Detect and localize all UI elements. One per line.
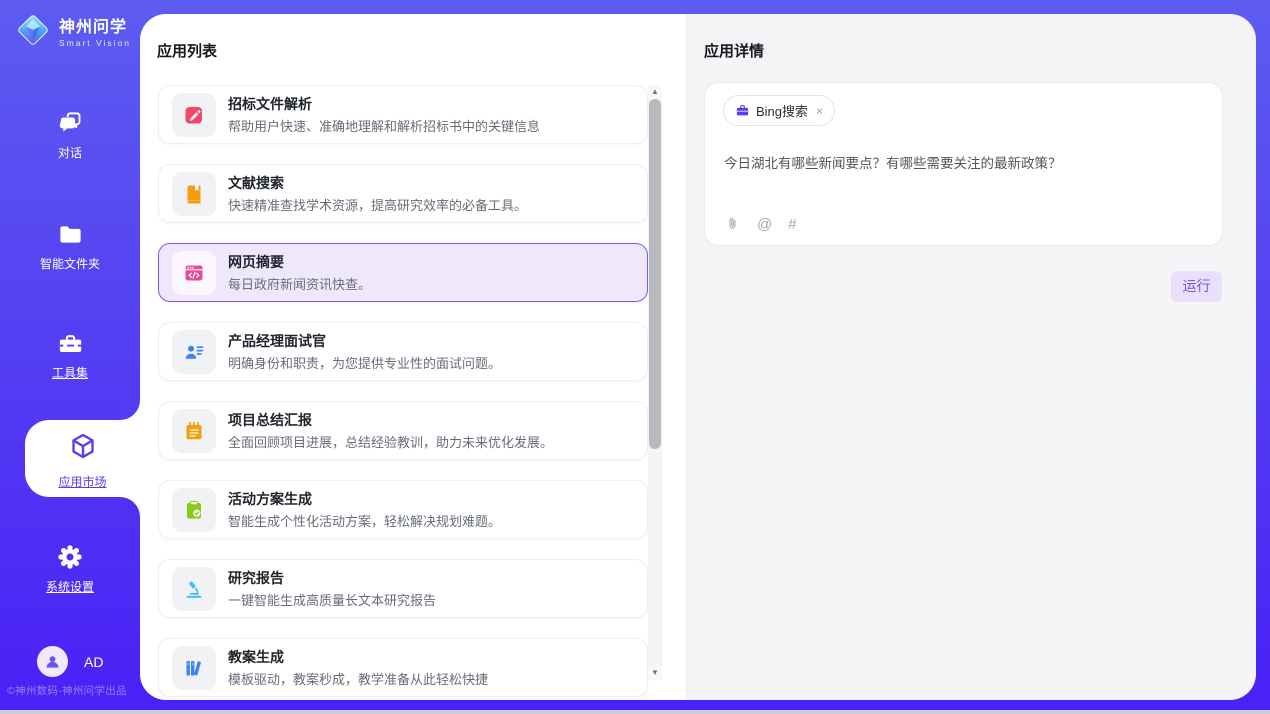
app-card-research-report[interactable]: 研究报告 一键智能生成高质量长文本研究报告 [158, 559, 648, 618]
brand-tagline: Smart Vision [59, 38, 131, 48]
scrollbar-thumb[interactable] [649, 99, 661, 449]
sidebar-item-app-market[interactable]: 应用市场 [25, 420, 140, 497]
app-card-list: 招标文件解析 帮助用户快速、准确地理解和解析招标书中的关键信息 文献搜索 快速精… [158, 85, 648, 700]
browser-code-icon [172, 251, 216, 295]
at-icon[interactable]: @ [757, 216, 772, 233]
app-card-event-plan[interactable]: 活动方案生成 智能生成个性化活动方案，轻松解决规划难题。 [158, 480, 648, 539]
hash-icon[interactable]: # [788, 216, 796, 233]
gem-diamond-icon [14, 11, 52, 49]
card-title: 文献搜索 [228, 174, 527, 192]
card-title: 招标文件解析 [228, 95, 540, 113]
card-desc: 帮助用户快速、准确地理解和解析招标书中的关键信息 [228, 116, 540, 135]
card-desc: 全面回顾项目进展，总结经验教训，助力未来优化发展。 [228, 432, 553, 451]
clipboard-check-icon [172, 488, 216, 532]
card-desc: 模板驱动，教案秒成，教学准备从此轻松快捷 [228, 669, 488, 688]
attachment-toolbar: @ # [724, 216, 797, 233]
window-bottom-edge [0, 710, 1270, 714]
sidebar-item-label: 对话 [0, 144, 140, 161]
app-card-bid-analysis[interactable]: 招标文件解析 帮助用户快速、准确地理解和解析招标书中的关键信息 [158, 85, 648, 144]
card-title: 活动方案生成 [228, 490, 501, 508]
run-button[interactable]: 运行 [1171, 271, 1222, 302]
person-icon [43, 652, 62, 671]
books-icon [172, 646, 216, 690]
chip-close-icon[interactable]: × [816, 104, 823, 118]
card-desc: 智能生成个性化活动方案，轻松解决规划难题。 [228, 511, 501, 530]
user-account[interactable]: AD [37, 646, 103, 677]
interviewer-icon [172, 330, 216, 374]
bubble-bottom-curve [120, 497, 140, 517]
query-text[interactable]: 今日湖北有哪些新闻要点？有哪些需要关注的最新政策？ [724, 152, 1204, 172]
scrollbar-up-arrow[interactable]: ▲ [648, 85, 662, 99]
edit-square-icon [172, 93, 216, 137]
app-card-lesson-plan[interactable]: 教案生成 模板驱动，教案秒成，教学准备从此轻松快捷 [158, 638, 648, 697]
notepad-icon [172, 409, 216, 453]
card-title: 研究报告 [228, 569, 436, 587]
sidebar-item-settings[interactable]: 系统设置 [0, 543, 140, 595]
paperclip-icon[interactable] [724, 216, 741, 233]
card-title: 网页摘要 [228, 253, 371, 271]
tool-chip-label: Bing搜索 [756, 101, 808, 120]
briefcase-icon [735, 103, 750, 118]
card-desc: 快速精准查找学术资源，提高研究效率的必备工具。 [228, 195, 527, 214]
card-desc: 一键智能生成高质量长文本研究报告 [228, 590, 436, 609]
scrollbar-down-arrow[interactable]: ▼ [648, 666, 662, 680]
brand-name: 神州问学 [59, 13, 131, 37]
tool-chip-bing-search[interactable]: Bing搜索 × [723, 95, 835, 126]
sidebar-item-smart-folders[interactable]: 智能文件夹 [0, 221, 140, 272]
microscope-icon [172, 567, 216, 611]
card-desc: 每日政府新闻资讯快查。 [228, 274, 371, 293]
avatar [37, 646, 68, 677]
user-label: AD [84, 654, 103, 670]
app-list-title: 应用列表 [157, 40, 217, 61]
copyright-text: ©神州数码·神州问学出品 [7, 683, 127, 698]
card-title: 项目总结汇报 [228, 411, 553, 429]
book-icon [172, 172, 216, 216]
sidebar-item-chat[interactable]: 对话 [0, 110, 140, 161]
gear-icon [56, 543, 84, 571]
app-card-web-summary[interactable]: 网页摘要 每日政府新闻资讯快查。 [158, 243, 648, 302]
app-detail-panel: 应用详情 Bing搜索 × 今日湖北有哪些新闻要点？有哪些需要关注的最新政策？ … [686, 14, 1256, 700]
sidebar-item-label: 智能文件夹 [0, 255, 140, 272]
app-detail-title: 应用详情 [704, 40, 764, 61]
cube-icon [68, 431, 98, 461]
card-title: 教案生成 [228, 648, 488, 666]
app-list-panel: 应用列表 招标文件解析 帮助用户快速、准确地理解和解析招标书中的关键信息 [140, 14, 686, 700]
folder-icon [57, 221, 84, 248]
chat-icon [57, 110, 84, 137]
sidebar: 神州问学 Smart Vision 对话 智能文件夹 [0, 0, 140, 714]
bubble-top-curve [120, 400, 140, 420]
card-title: 产品经理面试官 [228, 332, 501, 350]
sidebar-item-label: 系统设置 [0, 578, 140, 595]
app-card-pm-interviewer[interactable]: 产品经理面试官 明确身份和职责，为您提供专业性的面试问题。 [158, 322, 648, 381]
sidebar-item-label: 应用市场 [25, 473, 140, 490]
sidebar-item-toolset[interactable]: 工具集 [0, 330, 140, 381]
app-card-project-summary[interactable]: 项目总结汇报 全面回顾项目进展，总结经验教训，助力未来优化发展。 [158, 401, 648, 460]
app-card-literature-search[interactable]: 文献搜索 快速精准查找学术资源，提高研究效率的必备工具。 [158, 164, 648, 223]
prompt-input-card[interactable]: Bing搜索 × 今日湖北有哪些新闻要点？有哪些需要关注的最新政策？ @ # [704, 82, 1223, 246]
toolbox-icon [57, 330, 84, 357]
card-desc: 明确身份和职责，为您提供专业性的面试问题。 [228, 353, 501, 372]
sidebar-item-label: 工具集 [0, 364, 140, 381]
list-scrollbar[interactable]: ▲ ▼ [648, 85, 662, 680]
brand-logo: 神州问学 Smart Vision [14, 11, 131, 49]
